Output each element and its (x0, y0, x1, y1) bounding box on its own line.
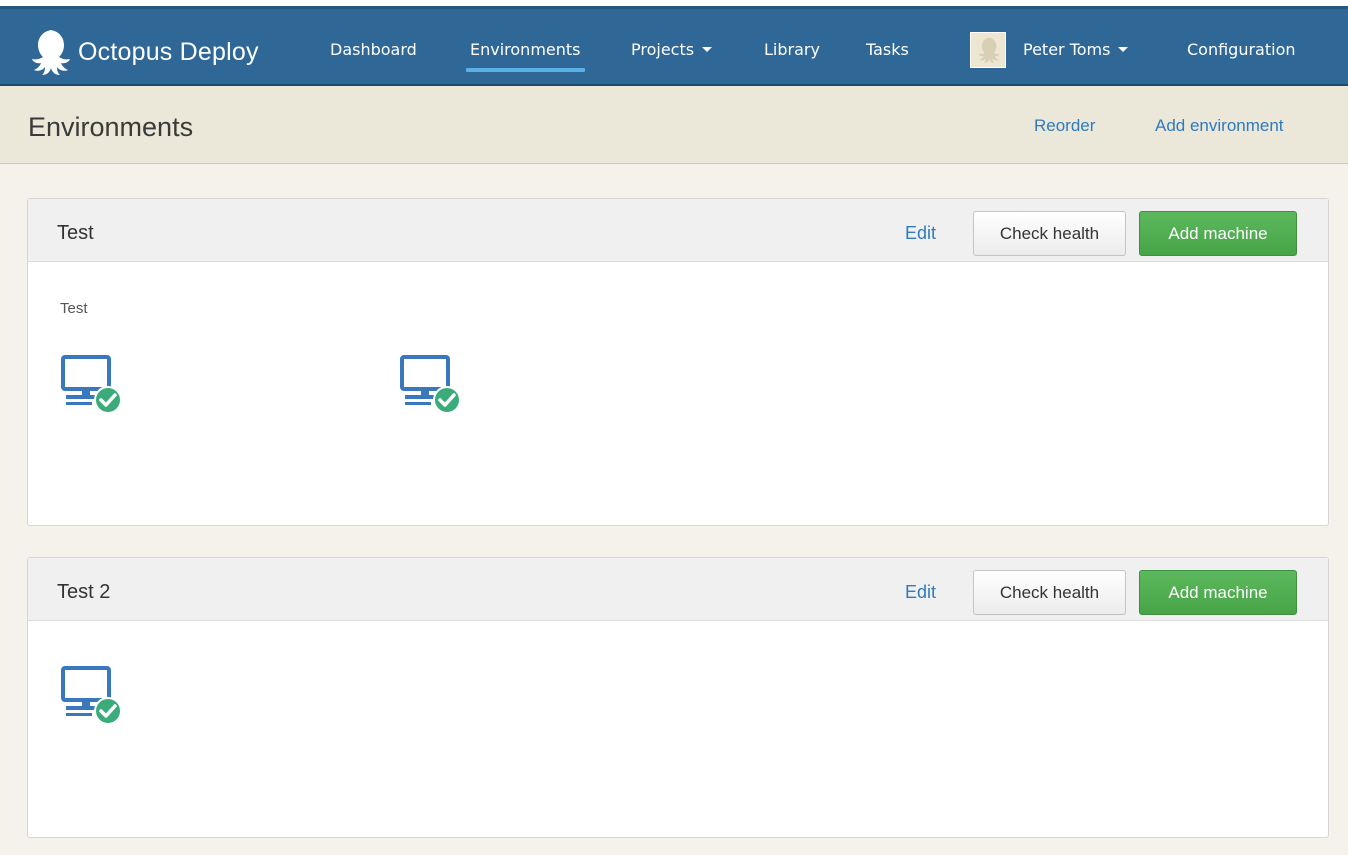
add-machine-button[interactable]: Add machine (1139, 211, 1297, 256)
nav-projects[interactable]: Projects (631, 40, 713, 59)
nav-configuration[interactable]: Configuration (1187, 40, 1296, 59)
nav-projects-label: Projects (631, 40, 695, 59)
user-name: Peter Toms (1023, 40, 1111, 59)
check-health-button[interactable]: Check health (973, 570, 1126, 615)
monitor-healthy-icon (400, 355, 461, 414)
nav-environments[interactable]: Environments (466, 40, 584, 72)
add-environment-link[interactable]: Add environment (1155, 116, 1284, 136)
user-avatar[interactable] (970, 32, 1006, 68)
nav-dashboard[interactable]: Dashboard (330, 40, 417, 59)
environment-name: Test 2 (57, 581, 111, 603)
chevron-down-icon (1118, 47, 1129, 52)
page-title: Environments (28, 112, 194, 142)
user-menu[interactable]: Peter Toms (1023, 40, 1129, 59)
chevron-down-icon (702, 47, 713, 52)
edit-environment-link[interactable]: Edit (905, 582, 936, 603)
edit-environment-link[interactable]: Edit (905, 223, 936, 244)
add-machine-button[interactable]: Add machine (1139, 570, 1297, 615)
nav-tasks[interactable]: Tasks (866, 40, 909, 59)
brand-logo-link[interactable]: Octopus Deploy (24, 28, 259, 76)
check-health-button[interactable]: Check health (973, 211, 1126, 256)
environment-panel-test: Test Edit Check health Add machine Test (27, 198, 1329, 526)
monitor-healthy-icon (61, 355, 122, 414)
nav-library[interactable]: Library (764, 40, 820, 59)
octopus-avatar-icon (978, 37, 1000, 63)
environment-panel-test-2: Test 2 Edit Check health Add machine (27, 557, 1329, 838)
machine-tile[interactable] (60, 664, 132, 728)
octopus-logo-icon (32, 30, 70, 75)
navbar-topline (0, 6, 1348, 9)
environment-description: Test (60, 300, 88, 317)
environment-panel-header: Test Edit Check health Add machine (28, 199, 1328, 262)
page-header: Environments Reorder Add environment (0, 86, 1348, 164)
top-navbar: Octopus Deploy Dashboard Environments Pr… (0, 0, 1348, 86)
machine-tile[interactable] (399, 353, 471, 417)
environment-name: Test (57, 222, 94, 244)
reorder-link[interactable]: Reorder (1034, 116, 1095, 136)
machine-tile[interactable] (60, 353, 132, 417)
brand-name: Octopus Deploy (78, 37, 259, 66)
environment-panel-header: Test 2 Edit Check health Add machine (28, 558, 1328, 621)
monitor-healthy-icon (61, 666, 122, 725)
